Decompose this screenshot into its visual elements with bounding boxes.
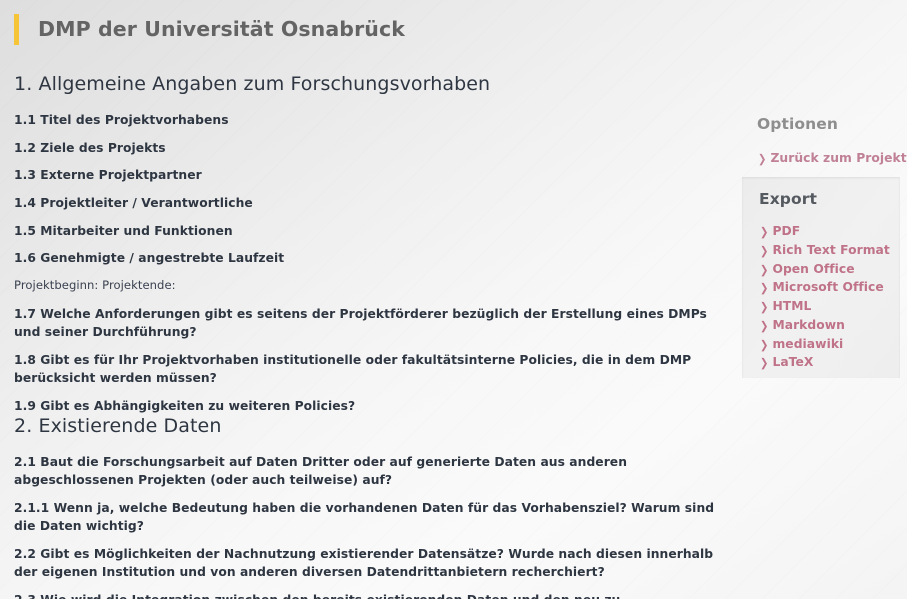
chevron-right-icon: ❯	[760, 244, 769, 258]
chevron-right-icon: ❯	[760, 301, 769, 314]
sidebar: Optionen ❯ Zurück zum Projekt Export ❯ P…	[740, 46, 907, 599]
question-item[interactable]: 1.4 Projektleiter / Verantwortliche	[14, 194, 724, 212]
page-title: DMP der Universität Osnabrück	[38, 17, 405, 41]
chevron-right-icon: ❯	[760, 226, 769, 239]
section-heading-1: 1. Allgemeine Angaben zum Forschungsvorh…	[14, 73, 491, 95]
chevron-right-icon: ❯	[760, 282, 769, 296]
back-to-project-link[interactable]: ❯ Zurück zum Projekt	[758, 150, 907, 167]
question-item[interactable]: 2.1 Baut die Forschungsarbeit auf Daten …	[14, 453, 720, 489]
export-link-label: mediawiki	[772, 336, 844, 351]
export-links-list: ❯ PDF ❯ Rich Text Format ❯ Open Office ❯…	[760, 223, 890, 371]
main-content: DMP der Universität Osnabrück 1. Allgeme…	[0, 12, 735, 599]
question-item[interactable]: 1.9 Gibt es Abhängigkeiten zu weiteren P…	[14, 397, 720, 415]
question-item[interactable]: 1.1 Titel des Projektvorhabens	[14, 111, 724, 129]
export-link-microsoft-office[interactable]: ❯ Microsoft Office	[760, 279, 890, 296]
export-link-label: PDF	[772, 224, 801, 238]
chevron-right-icon: ❯	[760, 263, 769, 277]
export-link-html[interactable]: ❯ HTML	[760, 298, 890, 315]
export-link-pdf[interactable]: ❯ PDF	[760, 223, 890, 240]
export-link-label: Markdown	[772, 317, 845, 332]
chevron-right-icon: ❯	[760, 338, 769, 352]
chevron-right-icon: ❯	[760, 357, 769, 371]
question-item[interactable]: 1.6 Genehmigte / angestrebte Laufzeit	[14, 249, 724, 267]
question-item[interactable]: 2.3 Wie wird die Integration zwischen de…	[14, 591, 720, 599]
section-1-items: 1.1 Titel des Projektvorhabens 1.2 Ziele…	[14, 111, 724, 425]
export-link-rich-text-format[interactable]: ❯ Rich Text Format	[760, 242, 890, 259]
back-to-project-label: Zurück zum Projekt	[770, 151, 907, 165]
question-item[interactable]: 1.7 Welche Anforderungen gibt es seitens…	[14, 305, 720, 341]
section-heading-2: 2. Existierende Daten	[14, 415, 222, 437]
dmp-page: DMP der Universität Osnabrück 1. Allgeme…	[0, 0, 907, 599]
export-link-open-office[interactable]: ❯ Open Office	[760, 261, 890, 278]
chevron-right-icon: ❯	[758, 153, 767, 166]
question-item[interactable]: 1.2 Ziele des Projekts	[14, 139, 724, 157]
question-item[interactable]: 2.2 Gibt es Möglichkeiten der Nachnutzun…	[14, 545, 720, 581]
export-link-label: HTML	[772, 299, 812, 314]
chevron-right-icon: ❯	[760, 319, 769, 333]
export-link-markdown[interactable]: ❯ Markdown	[760, 317, 890, 334]
export-panel: Export ❯ PDF ❯ Rich Text Format ❯ Open O…	[742, 177, 900, 378]
export-link-label: Rich Text Format	[772, 242, 890, 257]
options-heading: Optionen	[757, 115, 839, 133]
section-2-items: 2.1 Baut die Forschungsarbeit auf Daten …	[14, 453, 724, 599]
project-dates-label: Projektbeginn: Projektende:	[14, 278, 176, 293]
export-link-label: LaTeX	[772, 355, 814, 370]
question-item[interactable]: 1.8 Gibt es für Ihr Projektvorhaben inst…	[14, 351, 720, 387]
title-accent-bar	[14, 13, 19, 45]
export-link-mediawiki[interactable]: ❯ mediawiki	[760, 336, 890, 353]
question-item[interactable]: 1.5 Mitarbeiter und Funktionen	[14, 222, 724, 240]
export-link-latex[interactable]: ❯ LaTeX	[760, 354, 890, 371]
question-item[interactable]: 2.1.1 Wenn ja, welche Bedeutung haben di…	[14, 499, 720, 535]
export-link-label: Microsoft Office	[772, 280, 884, 295]
export-link-label: Open Office	[772, 261, 855, 276]
export-heading: Export	[759, 190, 817, 208]
question-item[interactable]: 1.3 Externe Projektpartner	[14, 166, 724, 184]
page-header: DMP der Universität Osnabrück	[0, 12, 735, 46]
